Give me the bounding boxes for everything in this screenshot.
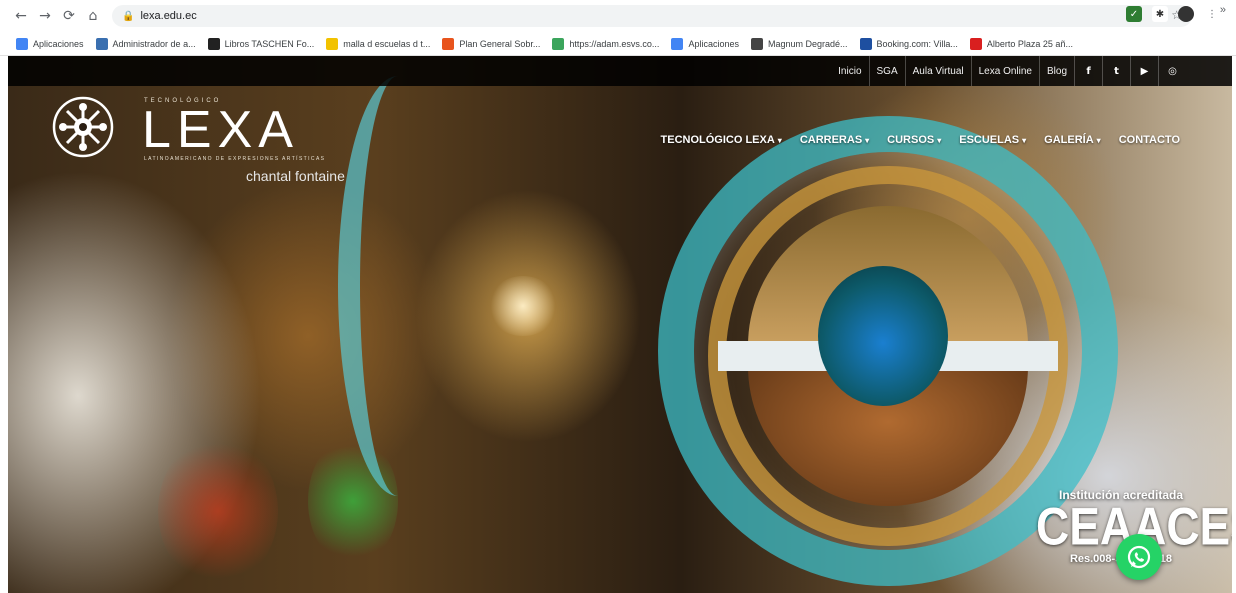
forward-icon[interactable]: → xyxy=(34,5,56,27)
instagram-icon[interactable]: ◎ xyxy=(1158,56,1186,86)
bookmark-favicon-icon xyxy=(207,37,220,50)
logo-wordmark: LEXA xyxy=(142,101,299,159)
main-navigation: TECNOLÓGICO LEXA ▾ CARRERAS ▾ CURSOS ▾ ESCUELA… xyxy=(661,134,1180,146)
nav-item-label: ESCUELAS xyxy=(959,134,1020,146)
bookmark-item[interactable]: Magnum Degradé... xyxy=(750,37,848,50)
bookmark-favicon-icon xyxy=(552,37,565,50)
bookmark-favicon-icon xyxy=(326,37,339,50)
bookmark-favicon-icon xyxy=(859,37,872,50)
extensions-area: ✓ ✱ ⋮ xyxy=(1126,6,1220,22)
bookmark-label: Plan General Sobr... xyxy=(459,38,541,49)
logo-tagline: LATINOAMERICANO DE EXPRESIONES ARTÍSTICA… xyxy=(144,156,326,162)
bookmark-favicon-icon xyxy=(671,37,684,50)
nav-item-label: GALERÍA xyxy=(1044,134,1094,146)
chevron-down-icon: ▾ xyxy=(937,136,942,145)
nav-item-label: CARRERAS xyxy=(799,134,863,146)
whatsapp-button[interactable] xyxy=(1116,534,1162,580)
youtube-icon[interactable]: ▶ xyxy=(1130,56,1158,86)
nav-item-label: CURSOS xyxy=(887,134,935,146)
hero-light-shine xyxy=(488,276,558,336)
home-icon[interactable]: ⌂ xyxy=(82,5,104,27)
nav-item-tecnológico-lexa[interactable]: TECNOLÓGICO LEXA ▾ xyxy=(661,134,782,146)
whatsapp-icon xyxy=(1127,545,1151,569)
bookmark-item[interactable]: Administrador de a... xyxy=(95,37,196,50)
bookmark-favicon-icon xyxy=(16,37,28,50)
bookmark-favicon-icon xyxy=(442,37,455,50)
address-bar[interactable]: 🔒 lexa.edu.ec ☆ xyxy=(112,5,1192,27)
puzzle-extension-icon[interactable]: ✱ xyxy=(1152,6,1168,22)
hero-lens-center xyxy=(818,266,948,406)
facebook-icon[interactable]: f xyxy=(1074,56,1102,86)
chevron-down-icon: ▾ xyxy=(1022,136,1027,145)
bookmark-item[interactable]: Alberto Plaza 25 añ... xyxy=(969,37,1073,50)
chevron-down-icon: ▾ xyxy=(865,136,870,145)
bookmark-favicon-icon xyxy=(750,37,763,50)
bookmarks-bar: Aplicaciones Administrador de a... Libros … xyxy=(0,32,1236,56)
shield-extension-icon[interactable]: ✓ xyxy=(1126,6,1142,22)
nav-item-label: TECNOLÓGICO LEXA xyxy=(660,134,775,146)
top-link-lexa-online[interactable]: Lexa Online xyxy=(970,56,1039,86)
bookmark-favicon-icon xyxy=(969,37,982,50)
back-icon[interactable]: ← xyxy=(10,5,32,27)
bookmark-label: Aplicaciones xyxy=(688,38,739,49)
bookmark-item[interactable]: Plan General Sobr... xyxy=(442,37,541,50)
chevron-down-icon: ▾ xyxy=(1096,136,1101,145)
bookmark-label: Magnum Degradé... xyxy=(767,38,848,49)
hero-light-red xyxy=(158,436,278,586)
bookmark-favicon-icon xyxy=(95,37,108,50)
bookmark-label: Aplicaciones xyxy=(33,38,84,49)
bookmark-label: Administrador de a... xyxy=(112,38,196,49)
bookmark-item[interactable]: Booking.com: Villa... xyxy=(859,37,958,50)
top-link-blog[interactable]: Blog xyxy=(1038,56,1074,86)
bookmark-label: Libros TASCHEN Fo... xyxy=(224,38,315,49)
profile-avatar-icon[interactable] xyxy=(1178,6,1194,22)
logo-subtitle: chantal fontaine xyxy=(246,168,345,184)
nav-item-carreras[interactable]: CARRERAS ▾ xyxy=(800,134,869,146)
nav-item-contacto[interactable]: CONTACTO xyxy=(1119,134,1180,146)
nav-item-galería[interactable]: GALERÍA ▾ xyxy=(1044,134,1101,146)
bookmark-item[interactable]: malla d escuelas d t... xyxy=(326,37,431,50)
bookmark-item[interactable]: https://adam.esvs.co... xyxy=(552,37,660,50)
lock-icon: 🔒 xyxy=(122,10,135,22)
bookmark-label: https://adam.esvs.co... xyxy=(569,38,660,49)
bookmarks-more-icon[interactable]: » xyxy=(1220,4,1226,16)
bookmark-label: Alberto Plaza 25 añ... xyxy=(986,38,1073,49)
twitter-icon[interactable]: t xyxy=(1102,56,1130,86)
browser-menu-icon[interactable]: ⋮ xyxy=(1204,6,1220,22)
site-logo[interactable]: TECNOLÓGICO LEXA LATINOAMERICANO DE EXPR… xyxy=(52,96,382,196)
logo-emblem-icon xyxy=(52,96,114,158)
top-link-aula-virtual[interactable]: Aula Virtual xyxy=(904,56,971,86)
reload-icon[interactable]: ⟳ xyxy=(58,5,80,27)
bookmark-item[interactable]: Libros TASCHEN Fo... xyxy=(207,37,315,50)
nav-item-escuelas[interactable]: ESCUELAS ▾ xyxy=(959,134,1026,146)
website-viewport: Inicio SGA Aula Virtual Lexa Online Blog f t ▶ ◎… xyxy=(8,56,1232,593)
nav-item-label: CONTACTO xyxy=(1118,134,1180,146)
bookmark-label: Booking.com: Villa... xyxy=(876,38,958,49)
chevron-down-icon: ▾ xyxy=(777,136,782,145)
bookmark-label: malla d escuelas d t... xyxy=(343,38,431,49)
bookmark-item[interactable]: Aplicaciones xyxy=(16,37,84,50)
browser-nav-buttons: ← → ⟳ ⌂ xyxy=(10,5,104,27)
top-utility-bar: Inicio SGA Aula Virtual Lexa Online Blog f t ▶ ◎ xyxy=(8,56,1232,86)
top-link-sga[interactable]: SGA xyxy=(868,56,905,86)
browser-toolbar: ← → ⟳ ⌂ 🔒 lexa.edu.ec ☆ ✓ ✱ ⋮ xyxy=(0,0,1236,32)
bookmark-item[interactable]: Aplicaciones xyxy=(671,37,739,50)
url-text: lexa.edu.ec xyxy=(140,10,197,22)
top-link-inicio[interactable]: Inicio xyxy=(831,56,868,86)
nav-item-cursos[interactable]: CURSOS ▾ xyxy=(887,134,941,146)
